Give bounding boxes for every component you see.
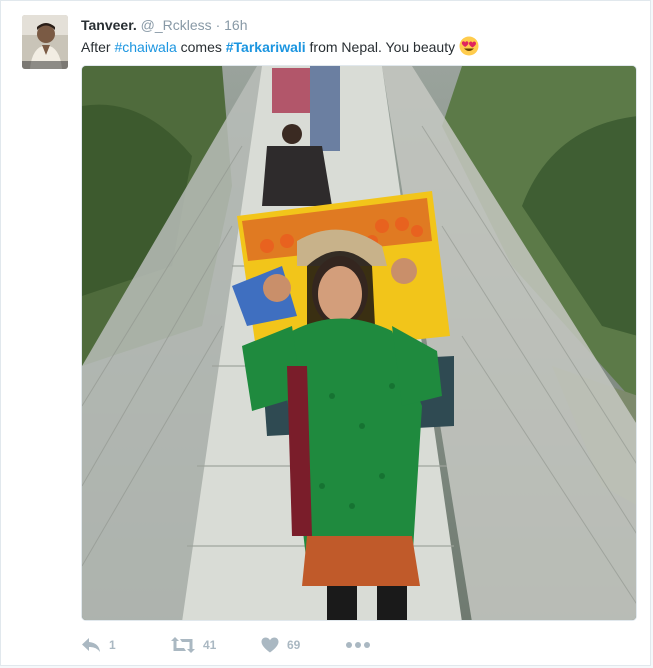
tweet-text: After #chaiwala comes #Tarkariwali from … — [81, 36, 479, 61]
reply-icon — [81, 637, 101, 653]
text-segment: comes — [176, 39, 226, 55]
reply-count: 1 — [109, 638, 116, 652]
author-handle[interactable]: @_Rckless — [141, 17, 212, 33]
like-button[interactable]: 69 — [261, 635, 300, 655]
hashtag-tarkariwali[interactable]: #Tarkariwali — [226, 39, 306, 55]
avatar[interactable] — [22, 15, 68, 69]
more-dots-icon — [346, 641, 370, 649]
avatar-image — [22, 15, 68, 69]
tweet-photo[interactable] — [81, 65, 637, 621]
reply-button[interactable]: 1 — [81, 635, 116, 655]
tweet-header: Tanveer. @_Rckless · 16h — [81, 16, 248, 34]
tweet-card[interactable]: Tanveer. @_Rckless · 16h After #chaiwala… — [0, 0, 651, 666]
hashtag-chaiwala[interactable]: #chaiwala — [114, 39, 176, 55]
tweet-actions: 1 41 69 — [81, 635, 481, 655]
separator-dot: · — [215, 17, 221, 33]
author-name[interactable]: Tanveer. — [81, 17, 137, 33]
heart-icon — [261, 637, 279, 653]
photo-image — [82, 66, 636, 620]
retweet-count: 41 — [203, 638, 217, 652]
text-segment: After — [81, 39, 115, 55]
tweet-timestamp[interactable]: 16h — [224, 17, 247, 33]
retweet-icon — [171, 637, 195, 653]
like-count: 69 — [287, 638, 301, 652]
text-segment: from Nepal. You beauty — [305, 39, 456, 55]
more-button[interactable] — [346, 635, 370, 655]
heart-eyes-emoji-icon — [459, 36, 479, 61]
retweet-button[interactable]: 41 — [171, 635, 216, 655]
